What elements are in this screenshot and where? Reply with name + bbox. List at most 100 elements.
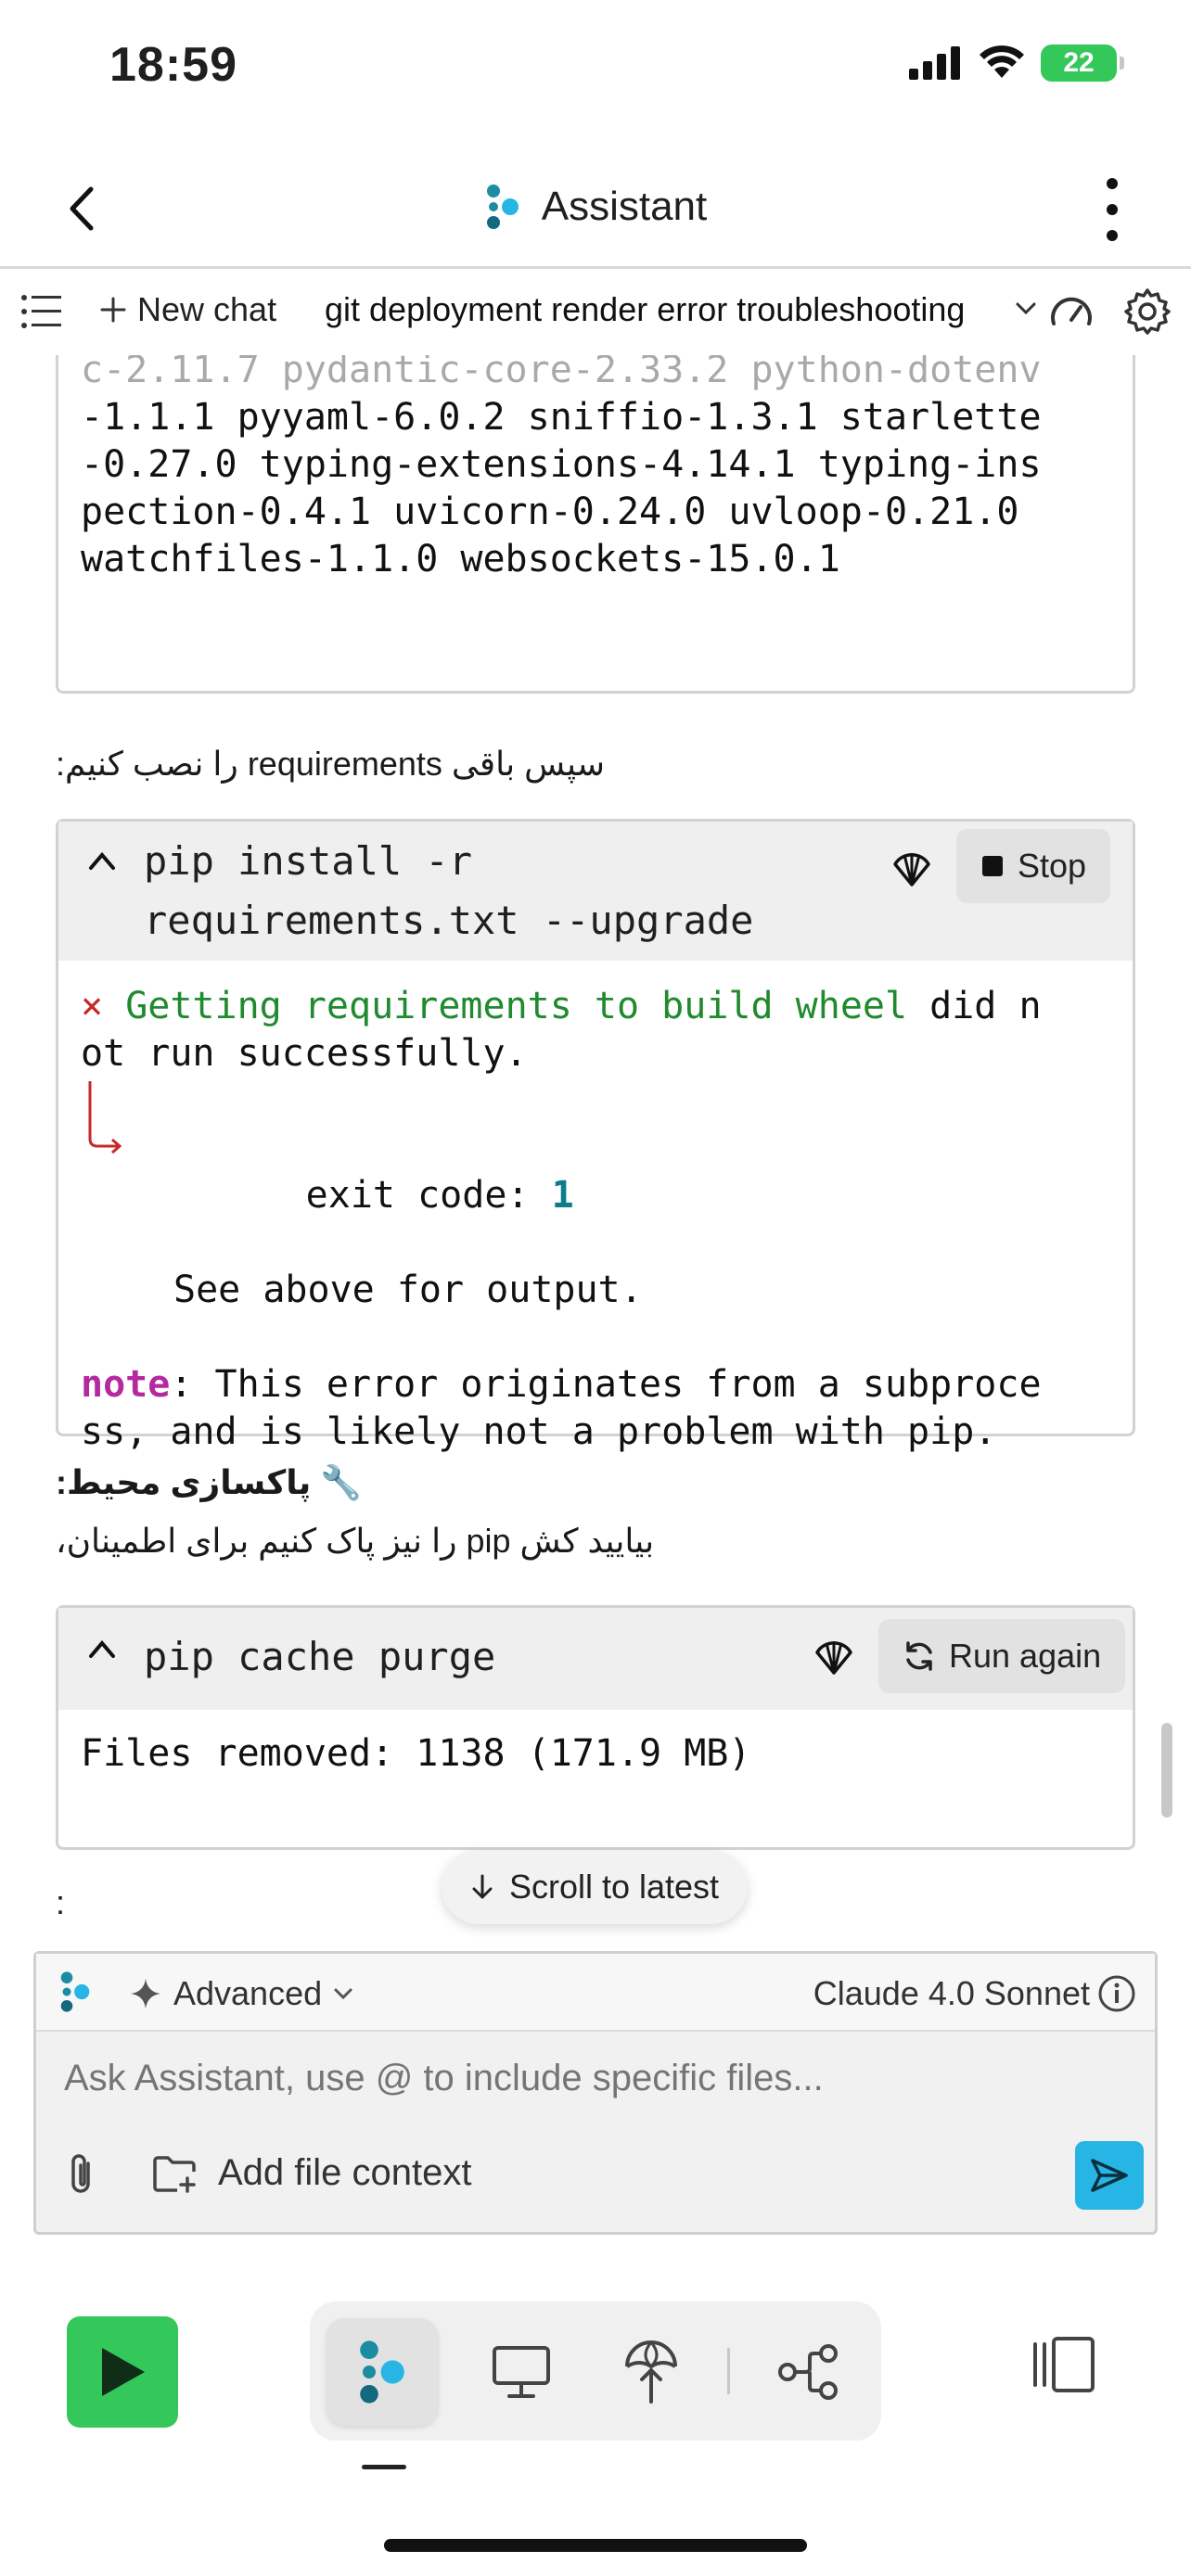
chevron-down-icon <box>334 1988 352 2000</box>
chat-title-dropdown[interactable]: git deployment render error troubleshoot… <box>325 290 965 329</box>
add-file-context-label: Add file context <box>218 2152 472 2193</box>
folder-add-icon <box>153 2155 196 2193</box>
list-icon[interactable] <box>20 292 65 331</box>
see-above-line: See above for output. <box>173 1269 643 1311</box>
gear-icon[interactable] <box>1122 287 1172 337</box>
add-file-context-button[interactable]: Add file context <box>151 2152 472 2194</box>
mode-dropdown[interactable]: Advanced <box>129 1974 353 2013</box>
error-line: × Getting requirements to build wheel di… <box>81 983 1133 1030</box>
note-line: ss, and is likely not a problem with pip… <box>81 1410 997 1453</box>
arrow-down-icon <box>472 1874 493 1899</box>
tab-assistant[interactable] <box>327 2318 438 2426</box>
output-line: pection-0.4.1 uvicorn-0.24.0 uvloop-0.21… <box>81 491 1019 533</box>
run-again-button[interactable]: Run again <box>878 1619 1126 1693</box>
send-button[interactable] <box>1075 2141 1144 2210</box>
assistant-text-1: سپس باقی requirements را نصب کنیم: <box>56 745 606 783</box>
output-line: c-2.11.7 pydantic-core-2.33.2 python-dot… <box>81 355 1042 391</box>
note-text: : This error originates from a subproce <box>170 1363 1042 1406</box>
model-selector[interactable]: Claude 4.0 Sonnet <box>813 1974 1090 2013</box>
note-label: note <box>81 1363 171 1406</box>
assistant-logo-icon <box>360 2340 404 2404</box>
error-x: × <box>81 985 104 1027</box>
command-output-1: c-2.11.7 pydantic-core-2.33.2 python-dot… <box>56 355 1135 694</box>
output-line: -0.27.0 typing-extensions-4.14.1 typing-… <box>81 443 1042 486</box>
home-indicator <box>384 2539 807 2552</box>
app-header: Assistant <box>0 148 1191 269</box>
tab-preview[interactable] <box>466 2318 577 2426</box>
exit-code: 1 <box>551 1174 574 1217</box>
assistant-text-trailing: : <box>56 1883 66 1921</box>
more-icon[interactable] <box>1098 174 1126 245</box>
new-chat-button[interactable]: New chat <box>100 290 276 329</box>
chevron-up-icon[interactable] <box>86 848 118 875</box>
deploy-icon <box>625 2340 677 2404</box>
sparkle-icon <box>131 1979 160 2009</box>
stop-label: Stop <box>1018 847 1087 885</box>
mode-label: Advanced <box>173 1974 323 2012</box>
run-again-label: Run again <box>949 1637 1102 1675</box>
exit-label: exit code: <box>305 1174 552 1217</box>
panel-icon[interactable] <box>1030 2335 1098 2394</box>
plus-icon <box>100 297 126 323</box>
send-icon <box>1091 2159 1128 2192</box>
exit-line: exit code: 1 <box>81 1078 1133 1267</box>
command-block-1: pip install -r requirements.txt --upgrad… <box>56 819 1135 1453</box>
shell-icon <box>815 1641 852 1675</box>
monitor-icon <box>493 2346 550 2398</box>
scrollbar-thumb[interactable] <box>1161 1723 1172 1817</box>
signal-icon <box>909 46 960 80</box>
note-line: note: This error originates from a subpr… <box>81 1361 1133 1409</box>
nav-divider <box>727 2348 730 2394</box>
stop-icon <box>982 856 1003 876</box>
output-line: Files removed: 1138 (171.9 MB) <box>81 1732 751 1775</box>
composer-header: Advanced Claude 4.0 Sonnet <box>36 1954 1155 2032</box>
command-header-2: pip cache purge Run again <box>58 1608 1133 1710</box>
assistant-logo-icon <box>60 1971 90 2012</box>
command-text: requirements.txt --upgrade <box>144 898 754 943</box>
page-title: Assistant <box>541 184 708 229</box>
new-chat-label: New chat <box>137 290 277 328</box>
prompt-input[interactable] <box>64 2058 1131 2099</box>
composer: Advanced Claude 4.0 Sonnet Add file cont… <box>33 1951 1158 2235</box>
command-text: pip install -r <box>144 838 473 884</box>
git-icon <box>778 2344 838 2400</box>
status-icons: 22 <box>907 45 1124 82</box>
section-heading: 🔧 پاکسازی محیط: <box>56 1463 363 1501</box>
status-bar: 18:59 22 <box>0 0 1191 139</box>
error-green-text: Getting requirements to build wheel <box>125 985 908 1027</box>
speedometer-icon[interactable] <box>1048 290 1095 337</box>
info-icon[interactable] <box>1097 1974 1136 2013</box>
command-block-2: pip cache purge Run again Files removed:… <box>56 1605 1135 1850</box>
bottom-navigation <box>0 2290 1191 2476</box>
active-tab-indicator <box>362 2465 406 2469</box>
run-button[interactable] <box>67 2316 178 2428</box>
scroll-to-latest-label: Scroll to latest <box>508 1868 720 1906</box>
tab-deployments[interactable] <box>596 2318 707 2426</box>
command-header-1: pip install -r requirements.txt --upgrad… <box>58 822 1133 961</box>
output-line: watchfiles-1.1.0 websockets-15.0.1 <box>81 538 840 580</box>
command-text: pip cache purge <box>144 1634 496 1679</box>
play-icon <box>102 2348 145 2396</box>
shell-icon <box>893 853 930 886</box>
scroll-to-latest-button[interactable]: Scroll to latest <box>442 1850 748 1924</box>
output-line: -1.1.1 pyyaml-6.0.2 sniffio-1.3.1 starle… <box>81 396 1042 439</box>
chevron-down-icon[interactable] <box>1015 300 1037 318</box>
status-time: 18:59 <box>109 38 237 92</box>
error-rest-text: did n <box>907 985 1042 1027</box>
wifi-icon <box>980 45 1024 78</box>
stop-button[interactable]: Stop <box>956 829 1111 903</box>
refresh-icon <box>906 1641 932 1671</box>
chat-toolbar: New chat git deployment render error tro… <box>0 272 1191 355</box>
assistant-logo-icon <box>486 185 519 229</box>
nav-tab-group <box>310 2302 881 2441</box>
app-title-group: Assistant <box>0 184 1191 230</box>
tree-connector-icon <box>88 1081 122 1154</box>
chevron-up-icon[interactable] <box>86 1636 118 1664</box>
error-line: ot run successfully. <box>81 1032 528 1075</box>
chat-content[interactable]: c-2.11.7 pydantic-core-2.33.2 python-dot… <box>0 355 1191 1938</box>
paperclip-icon[interactable] <box>62 2152 103 2199</box>
tab-git[interactable] <box>753 2318 864 2426</box>
assistant-text-2: بیایید کش pip را نیز پاک کنیم برای اطمین… <box>56 1522 655 1560</box>
battery-icon: 22 <box>1041 45 1124 82</box>
